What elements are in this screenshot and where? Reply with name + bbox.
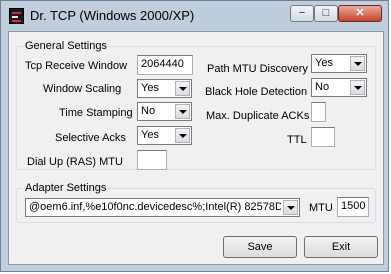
maximize-button[interactable]: □ [314,5,338,22]
max-duplicate-acks-label: Max. Duplicate ACKs [206,110,310,122]
exit-button[interactable]: Exit [304,236,378,258]
app-icon [9,8,24,24]
app-window: Dr. TCP (Windows 2000/XP) − □ ✕ General … [0,0,389,272]
path-mtu-discovery-value: Yes [315,57,333,69]
black-hole-detection-select[interactable]: No [311,78,367,97]
selective-acks-label: Selective Acks [55,132,126,144]
selective-acks-select[interactable]: Yes [137,126,192,145]
chevron-down-icon[interactable] [350,56,365,71]
time-stamping-value: No [141,105,156,117]
time-stamping-label: Time Stamping [59,107,133,119]
max-duplicate-acks-field[interactable] [311,102,326,122]
ttl-label: TTL [287,134,307,146]
selective-acks-value: Yes [141,129,159,141]
adapter-settings-title: Adapter Settings [23,182,109,194]
dial-up-mtu-label: Dial Up (RAS) MTU [27,156,123,168]
dialog-client-area: General Settings Tcp Receive Window Wind… [8,31,384,265]
minimize-button[interactable]: − [290,5,314,22]
mtu-field[interactable]: 1500 [337,197,369,217]
adapter-selected-value: @oem6.inf,%e10f0nc.devicedesc%;Intel(R) … [29,201,281,213]
black-hole-detection-label: Black Hole Detection [205,86,308,98]
window-scaling-label: Window Scaling [43,83,122,95]
general-settings-group: General Settings Tcp Receive Window Wind… [16,40,376,170]
adapter-settings-group: Adapter Settings @oem6.inf,%e10f0nc.devi… [16,182,376,223]
chevron-down-icon[interactable] [350,80,365,95]
window-scaling-select[interactable]: Yes [137,79,192,98]
tcp-receive-window-field[interactable]: 2064440 [137,55,193,75]
window-title: Dr. TCP (Windows 2000/XP) [30,8,195,23]
title-bar[interactable]: Dr. TCP (Windows 2000/XP) − □ ✕ [1,1,388,31]
dial-up-mtu-field[interactable] [137,150,167,170]
adapter-select[interactable]: @oem6.inf,%e10f0nc.devicedesc%;Intel(R) … [25,198,300,217]
chevron-down-icon[interactable] [175,104,190,119]
path-mtu-discovery-label: Path MTU Discovery [207,63,308,75]
chevron-down-icon[interactable] [175,81,190,96]
path-mtu-discovery-select[interactable]: Yes [311,54,367,73]
ttl-field[interactable] [311,127,335,147]
black-hole-detection-value: No [315,81,330,93]
save-button[interactable]: Save [223,236,297,258]
close-button[interactable]: ✕ [338,5,382,22]
tcp-receive-window-label: Tcp Receive Window [25,60,128,72]
time-stamping-select[interactable]: No [137,102,192,121]
window-scaling-value: Yes [141,82,159,94]
general-settings-title: General Settings [23,40,109,52]
chevron-down-icon[interactable] [283,200,298,215]
chevron-down-icon[interactable] [175,128,190,143]
mtu-label: MTU [309,202,333,214]
